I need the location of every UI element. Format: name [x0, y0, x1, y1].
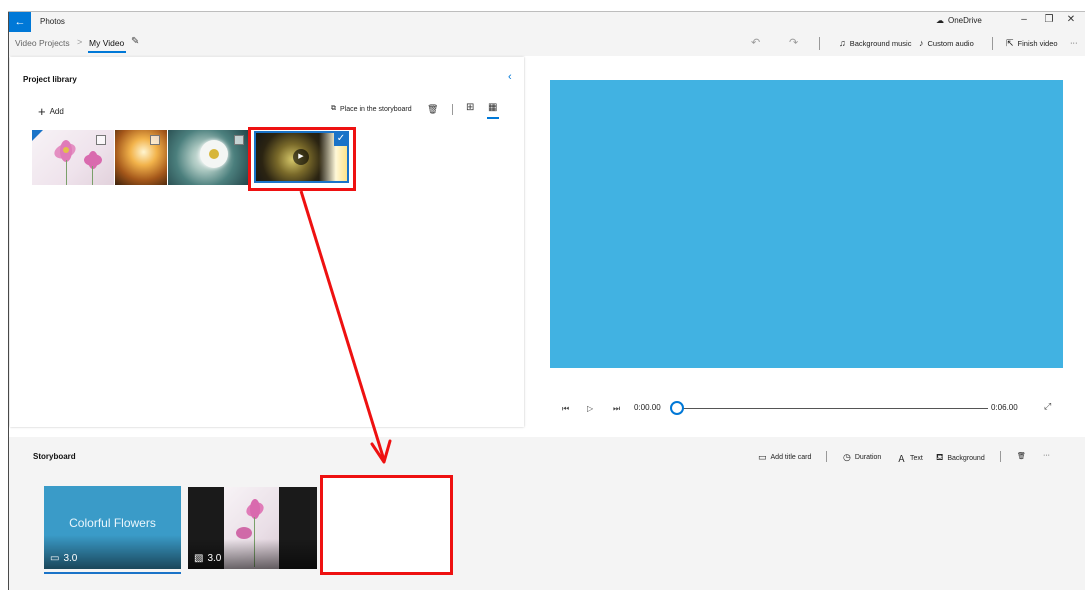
paint-bucket-icon: ⛾ — [936, 452, 944, 462]
custom-audio-label: Custom audio — [927, 38, 974, 48]
library-divider — [452, 104, 453, 115]
back-button[interactable]: ← — [9, 12, 31, 32]
add-title-card-label: Add title card — [770, 454, 812, 461]
title-card-type-icon: ▭ — [50, 553, 60, 564]
next-frame-icon[interactable]: ⏭ — [613, 404, 620, 414]
fullscreen-icon[interactable]: ⤢ — [1044, 401, 1051, 412]
flower-stem — [92, 166, 93, 185]
seek-bar[interactable] — [682, 408, 988, 409]
storyboard-card-image[interactable]: ▧ 3.0 — [188, 487, 317, 569]
drop-target-box — [320, 475, 453, 575]
storyboard-title: Storyboard — [33, 452, 76, 461]
toolbar-divider — [819, 37, 820, 50]
daisy-center — [209, 149, 219, 159]
onedrive-icon: ☁ — [936, 16, 944, 25]
custom-audio-button[interactable]: ♪ Custom audio — [919, 38, 974, 48]
add-button[interactable]: + Add — [38, 104, 64, 119]
card-duration: ▭ 3.0 — [50, 553, 77, 564]
small-grid-icon[interactable]: ▦ — [488, 102, 497, 113]
background-music-button[interactable]: ♫ Background music — [839, 38, 911, 48]
music-note-icon: ♫ — [839, 38, 846, 48]
select-checkbox[interactable] — [234, 135, 244, 145]
play-button[interactable]: ▷ — [587, 404, 593, 413]
duration-label: Duration — [854, 454, 882, 461]
background-button[interactable]: ⛾ Background — [936, 452, 985, 464]
image-type-icon: ▧ — [194, 553, 204, 564]
highlight-selected-item-box — [248, 127, 356, 191]
breadcrumb-active-underline — [88, 51, 126, 53]
close-button[interactable]: ✕ — [1063, 14, 1079, 25]
storyboard-delete-icon[interactable]: 🗑 — [1017, 452, 1026, 460]
seek-thumb[interactable] — [670, 401, 684, 415]
header-bar: Video Projects > My Video ✎ ↶ ↷ ♫ Backgr… — [9, 32, 1085, 56]
video-preview[interactable] — [550, 80, 1063, 368]
storyboard-more-button[interactable]: ··· — [1043, 452, 1050, 459]
breadcrumb-separator: > — [77, 37, 83, 47]
audio-icon: ♪ — [919, 38, 924, 48]
card-duration-value: 3.0 — [63, 553, 78, 564]
library-item-daisy[interactable] — [168, 130, 251, 185]
large-grid-icon[interactable]: ⊞ — [466, 102, 474, 113]
project-library-title: Project library — [23, 75, 77, 84]
onedrive-label: OneDrive — [948, 16, 982, 25]
flower-center — [63, 147, 69, 153]
minimize-button[interactable]: – — [1016, 14, 1032, 25]
text-label: Text — [910, 455, 923, 462]
selected-card-underline — [44, 572, 181, 574]
view-active-underline — [487, 117, 499, 119]
add-label: Add — [49, 107, 64, 116]
maximize-button[interactable]: ❐ — [1041, 14, 1057, 25]
place-icon: ⧉ — [331, 105, 336, 112]
finish-video-button[interactable]: ⇱ Finish video — [1006, 38, 1058, 49]
toolbar-divider — [992, 37, 993, 50]
place-in-storyboard-button[interactable]: ⧉ Place in the storyboard — [331, 105, 412, 113]
flower-stem — [66, 160, 67, 185]
storyboard-card-title[interactable]: Colorful Flowers ▭ 3.0 — [44, 486, 181, 569]
text-button[interactable]: Ａ Text — [897, 452, 923, 465]
library-item-pink-flowers[interactable] — [32, 130, 114, 185]
breadcrumb-video-projects[interactable]: Video Projects — [15, 38, 70, 48]
place-in-storyboard-label: Place in the storyboard — [340, 105, 412, 113]
background-music-label: Background music — [849, 38, 912, 48]
title-card-icon: ▭ — [758, 452, 767, 462]
title-bar: ← Photos ☁ OneDrive – ❐ ✕ — [9, 12, 1085, 32]
select-checkbox[interactable] — [150, 135, 160, 145]
background-label: Background — [947, 454, 985, 462]
back-arrow-icon: ← — [14, 16, 26, 28]
library-item-dandelion[interactable] — [115, 130, 167, 185]
export-icon: ⇱ — [1006, 38, 1014, 48]
card-duration-value: 3.0 — [207, 553, 222, 564]
storyboard-divider — [826, 451, 827, 462]
project-library-panel — [10, 57, 524, 427]
delete-icon[interactable]: 🗑 — [427, 104, 438, 115]
current-time: 0:00.00 — [634, 403, 661, 412]
plus-icon: + — [38, 104, 46, 119]
select-checkbox[interactable] — [96, 135, 106, 145]
flower-petal — [88, 151, 98, 169]
previous-frame-icon[interactable]: ⏮ — [562, 404, 569, 414]
flower-petal — [250, 499, 260, 519]
clock-icon: ◷ — [843, 452, 851, 462]
card-duration: ▧ 3.0 — [194, 553, 221, 564]
title-card-text: Colorful Flowers — [69, 516, 156, 530]
app-title: Photos — [40, 17, 65, 26]
flower-petal — [236, 527, 252, 539]
collapse-chevron-icon[interactable]: ‹ — [508, 71, 512, 83]
onedrive-button[interactable]: ☁ OneDrive — [936, 16, 982, 25]
in-use-marker — [32, 130, 43, 141]
rename-pencil-icon[interactable]: ✎ — [131, 36, 139, 47]
more-options-button[interactable]: ··· — [1070, 38, 1078, 47]
add-title-card-button[interactable]: ▭ Add title card — [758, 452, 811, 463]
total-time: 0:06.00 — [991, 403, 1018, 412]
finish-video-label: Finish video — [1017, 39, 1058, 48]
duration-button[interactable]: ◷ Duration — [843, 452, 881, 463]
storyboard-divider — [1000, 451, 1001, 462]
undo-icon[interactable]: ↶ — [751, 36, 760, 49]
redo-icon[interactable]: ↷ — [789, 36, 798, 49]
text-icon: Ａ — [897, 454, 907, 464]
breadcrumb-my-video[interactable]: My Video — [89, 38, 124, 48]
